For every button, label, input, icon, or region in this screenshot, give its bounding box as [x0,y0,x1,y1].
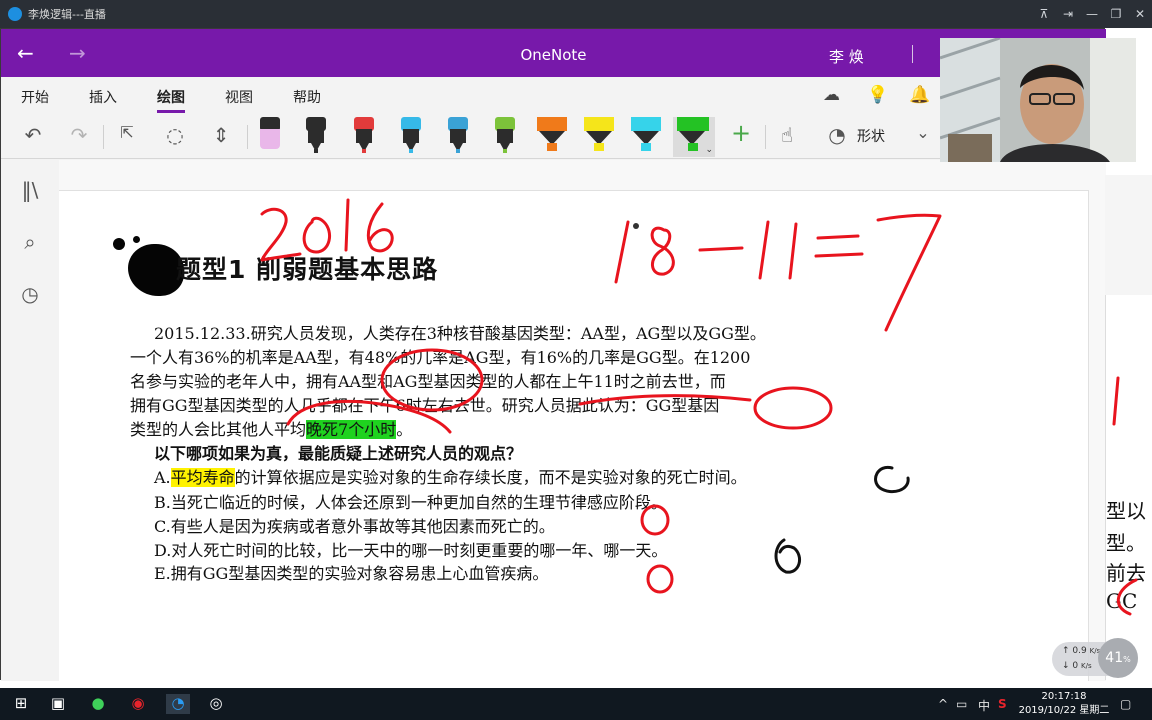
tab-view[interactable]: 视图 [225,87,253,107]
option-a: A.平均寿命的计算依据应是实验对象的生命存续长度，而不是实验对象的死亡时间。 [154,468,747,487]
close-button[interactable]: ✕ [1128,7,1152,21]
lightbulb-icon[interactable]: 💡 [867,85,888,105]
download-speed: ↓ 0 K/s [1062,661,1092,671]
chevron-down-icon[interactable]: ⌄ [705,145,713,155]
chevron-down-icon[interactable]: ⌄ [909,123,937,142]
recent-clock-icon[interactable]: ◷ [18,282,42,306]
maximize-button[interactable]: ❐ [1104,7,1128,21]
pen-pink[interactable] [256,117,284,155]
note-heading: 题型1 削弱题基本思路 [176,255,439,284]
pen-black[interactable] [302,117,330,155]
live-app-taskbar-icon[interactable]: ◔ [166,694,190,714]
add-space-icon[interactable]: ⇕ [207,123,235,147]
option-e: E.拥有GG型基因类型的实验对象容易患上心血管疾病。 [154,564,549,583]
touch-draw-icon[interactable]: ☝ [773,123,801,147]
green-highlight: 晚死7个小时 [306,420,397,439]
tab-draw[interactable]: 绘图 [157,87,185,113]
notification-bell-icon[interactable]: 🔔 [909,85,930,105]
live-window-title: 李焕逻辑---直播 [28,8,106,21]
tab-home[interactable]: 开始 [21,87,49,107]
toolbar-divider [103,125,104,149]
ime-indicator[interactable]: 中 [978,697,990,714]
live-window-titlebar[interactable]: 李焕逻辑---直播 ⊼ ⇥ — ❐ ✕ [0,0,1152,28]
highlighter-yellow[interactable] [582,117,616,157]
background-page: 型以 型。 前去 GC [1105,295,1152,680]
lasso-select-icon[interactable]: ◌ [161,123,189,147]
titlebar-divider [912,45,913,63]
redo-icon[interactable]: ↷ [65,123,93,147]
task-view-icon[interactable]: ▣ [47,694,69,714]
wechat-icon[interactable]: ● [87,694,109,714]
search-icon[interactable]: ⌕ [18,230,42,254]
shapes-label[interactable]: 形状 [857,126,885,146]
question-line: 一个人有36%的机率是AA型，有48%的几率是AG型，有16%的几率是GG型。在… [130,348,751,367]
question-line: 拥有GG型基因类型的人几乎都在下午6时左右去世。研究人员据此认为：GG型基因 [130,396,720,415]
ink-splatter [133,236,140,243]
question-line: 名参与实验的老年人中，拥有AA型和AG型基因类型的人都在上午11时之前去世，而 [130,372,726,391]
toolbar-divider [765,125,766,149]
notebooks-icon[interactable]: ‖\ [18,178,42,202]
exit-icon[interactable]: ⇥ [1056,7,1080,21]
obs-icon[interactable]: ◎ [205,694,227,714]
option-b: B.当死亡临近的时候，人体会还原到一种更加自然的生理节律感应阶段。 [154,493,667,512]
pen-light-blue[interactable] [397,117,425,155]
taskbar-clock[interactable]: 20:17:18 2019/10/22 星期二 [1018,690,1110,718]
pen-blue[interactable] [444,117,472,155]
question-line: 2015.12.33.研究人员发现，人类存在3种核苷酸基因类型：AA型，AG型以… [154,324,766,343]
webcam-overlay [940,38,1136,162]
pin-icon[interactable]: ⊼ [1032,7,1056,21]
user-name[interactable]: 李 焕 [829,46,864,67]
question-line: 类型的人会比其他人平均晚死7个小时。 [130,420,413,439]
clock-date: 2019/10/22 星期二 [1018,705,1110,716]
screen: 李焕逻辑---直播 ⊼ ⇥ — ❐ ✕ ← → OneNote 李 焕 开始 插… [0,0,1152,720]
tab-insert[interactable]: 插入 [89,87,117,107]
sogou-ime-icon[interactable]: S [998,697,1007,711]
live-app-icon [8,7,22,21]
highlighter-cyan[interactable] [629,117,663,157]
tray-expand-icon[interactable]: ^ [938,697,948,711]
windows-taskbar: ⊞ ▣ ● ◉ ◔ ◎ ^ ▭ 中 S 20:17:18 2019/10/22 … [0,688,1152,720]
highlighter-orange[interactable] [535,117,569,157]
shapes-icon[interactable]: ◔ [823,123,851,147]
pen-red[interactable] [350,117,378,155]
clock-time: 20:17:18 [1041,691,1087,702]
action-center-icon[interactable]: ▢ [1120,697,1131,711]
network-speed-widget[interactable]: ↑ 0.9 K/s ↓ 0 K/s 41% [1052,638,1138,678]
option-d: D.对人死亡时间的比较，比一天中的哪一时刻更重要的哪一年、哪一天。 [154,541,668,560]
add-pen-icon[interactable]: + [727,119,755,147]
upload-speed: ↑ 0.9 K/s [1062,646,1101,656]
pen-green[interactable] [491,117,519,155]
toolbar-divider [247,125,248,149]
minimize-button[interactable]: — [1080,7,1104,21]
option-c: C.有些人是因为疾病或者意外事故等其他因素而死亡的。 [154,517,555,536]
yellow-highlight: 平均寿命 [170,468,235,487]
background-window-edge: 型以 型。 前去 GC [1105,175,1152,680]
sync-status-icon[interactable]: ☁ [823,85,840,105]
question-text: 2015.12.33.研究人员发现，人类存在3种核苷酸基因类型：AA型，AG型以… [130,322,875,442]
undo-icon[interactable]: ↶ [19,123,47,147]
tab-help[interactable]: 帮助 [293,87,321,107]
netease-music-icon[interactable]: ◉ [127,694,149,714]
windows-start-icon[interactable]: ⊞ [10,694,32,714]
highlighter-green-selected[interactable]: ⌄ [673,117,715,157]
type-select-icon[interactable]: ⇱ [113,123,141,142]
memory-usage-gauge: 41% [1098,638,1138,678]
question-prompt: 以下哪项如果为真，最能质疑上述研究人员的观点？ [154,444,523,463]
nav-sidebar: ‖\ ⌕ ◷ [1,160,59,681]
ink-splatter [113,238,125,250]
network-tray-icon[interactable]: ▭ [956,697,967,711]
